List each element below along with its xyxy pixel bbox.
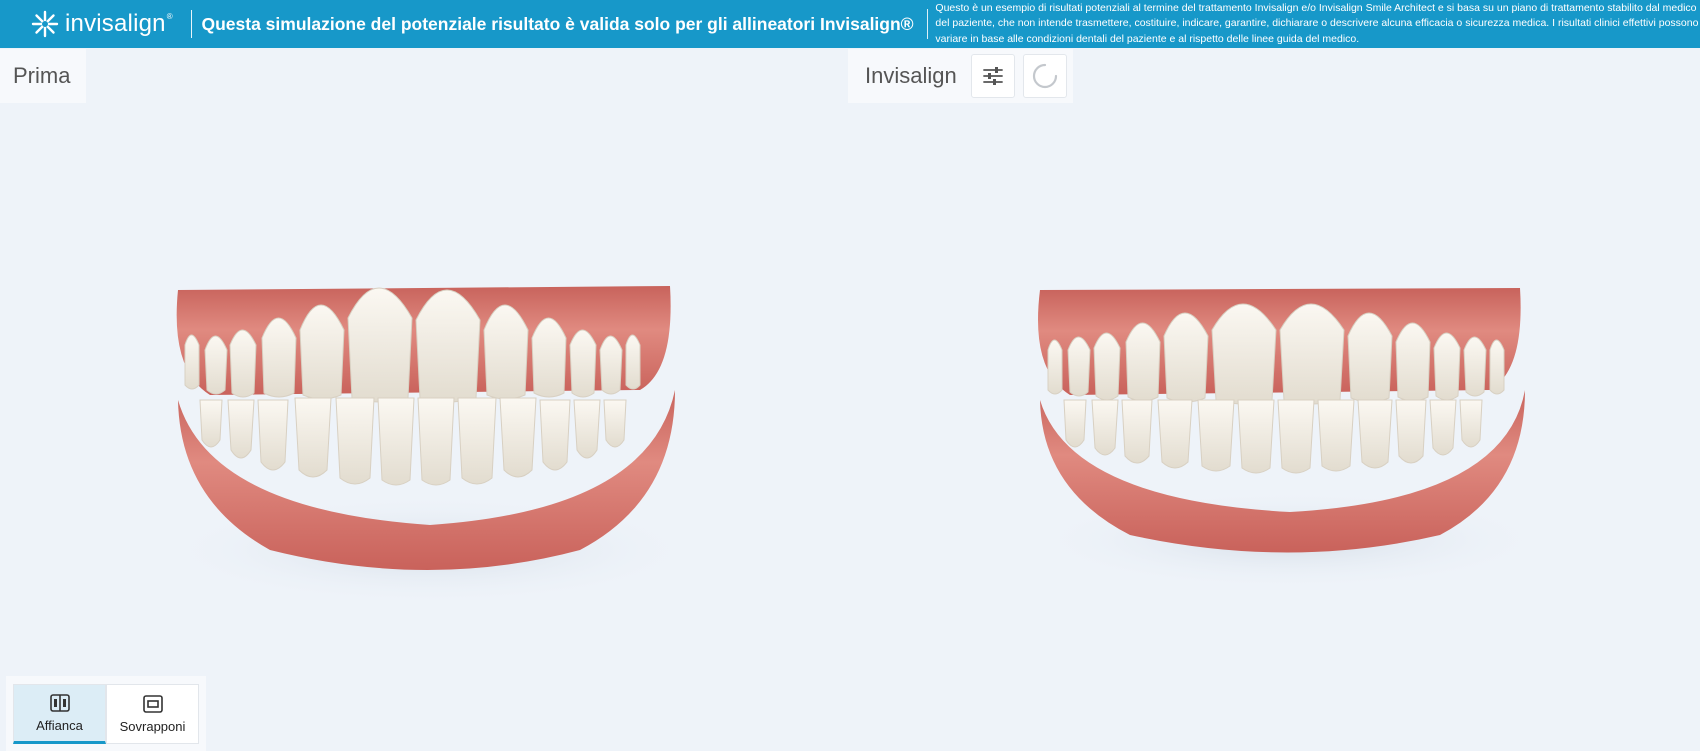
after-teeth-model[interactable] <box>1010 250 1570 610</box>
spinner-icon <box>1032 63 1057 89</box>
star-logo-icon <box>31 10 59 38</box>
banner-divider <box>190 10 192 38</box>
invisalign-logo: invisalign ® <box>30 0 173 48</box>
settings-button[interactable] <box>970 54 1015 98</box>
view-tools <box>966 49 1073 103</box>
side-by-side-label: Affianca <box>36 717 83 733</box>
top-banner: invisalign ® Questa simulazione del pote… <box>0 0 1700 48</box>
after-view-label: Invisalign <box>848 49 967 103</box>
loading-button[interactable] <box>1022 54 1067 98</box>
sliders-icon <box>982 67 1003 85</box>
banner-headline: Questa simulazione del potenziale risult… <box>201 13 914 34</box>
logo-trademark: ® <box>166 11 173 21</box>
banner-divider <box>926 9 928 39</box>
side-by-side-button[interactable]: Affianca <box>13 684 106 744</box>
after-view-header: Invisalign <box>848 49 1073 103</box>
before-teeth-model[interactable] <box>150 250 710 610</box>
view-mode-toggle: Affianca Sovrapponi <box>6 676 206 751</box>
logo-text: invisalign <box>65 10 166 37</box>
banner-disclaimer: Questo è un esempio di risultati potenzi… <box>935 1 1699 45</box>
overlay-icon <box>142 694 163 713</box>
before-view-label: Prima <box>0 49 86 103</box>
overlay-label: Sovrapponi <box>119 718 186 734</box>
side-by-side-icon <box>49 693 70 712</box>
overlay-button[interactable]: Sovrapponi <box>106 684 199 744</box>
